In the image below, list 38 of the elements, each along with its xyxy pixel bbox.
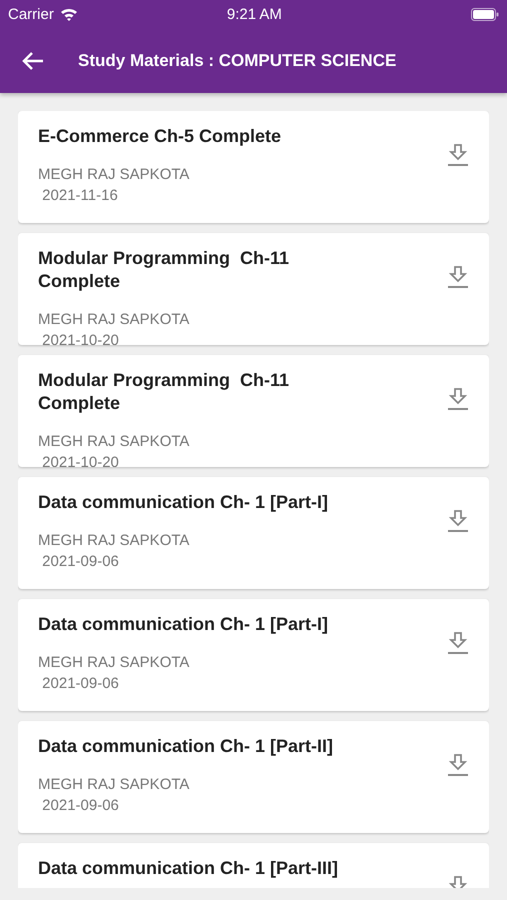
wifi-icon <box>60 7 78 21</box>
material-title: Modular Programming Ch-11 Complete <box>38 247 290 293</box>
back-arrow-icon[interactable] <box>22 50 44 70</box>
download-icon[interactable] <box>447 387 469 411</box>
page-title: Study Materials : COMPUTER SCIENCE <box>78 50 396 70</box>
material-title: Data communication Ch- 1 [Part-II] <box>38 735 334 758</box>
upload-date: 2021-10-20 <box>41 453 120 467</box>
author-name: MEGH RAJ SAPKOTA <box>38 775 190 795</box>
author-name: MEGH RAJ SAPKOTA <box>38 310 190 330</box>
download-icon[interactable] <box>447 509 469 533</box>
upload-date: 2021-09-06 <box>41 552 120 572</box>
material-card[interactable]: Data communication Ch- 1 [Part-III] <box>18 843 489 888</box>
material-card[interactable]: Data communication Ch- 1 [Part-I] MEGH RAJ SAPKOTA 2021-09-06 <box>18 477 489 589</box>
status-time: 9:21 AM <box>226 6 282 22</box>
material-title: Data communication Ch- 1 [Part-I] <box>38 491 330 514</box>
material-card[interactable]: Data communication Ch- 1 [Part-II] MEGH RAJ SAPKOTA 2021-09-06 <box>18 721 489 833</box>
author-name: MEGH RAJ SAPKOTA <box>38 531 190 551</box>
material-card[interactable]: Modular Programming Ch-11 Complete MEGH RAJ SAPKOTA 2021-10-20 <box>18 233 489 345</box>
upload-date: 2021-09-06 <box>41 796 120 816</box>
material-title: Modular Programming Ch-11 Complete <box>38 369 290 415</box>
material-card[interactable]: Modular Programming Ch-11 Complete MEGH RAJ SAPKOTA 2021-10-20 <box>18 355 489 467</box>
download-icon[interactable] <box>447 631 469 655</box>
material-title: Data communication Ch- 1 [Part-III] <box>38 857 340 880</box>
author-name: MEGH RAJ SAPKOTA <box>38 653 190 673</box>
author-name: MEGH RAJ SAPKOTA <box>38 165 190 185</box>
download-icon[interactable] <box>447 753 469 777</box>
carrier-label: Carrier <box>8 6 54 22</box>
material-card[interactable]: Data communication Ch- 1 [Part-I] MEGH RAJ SAPKOTA 2021-09-06 <box>18 599 489 711</box>
material-title: E-Commerce Ch-5 Complete <box>38 125 282 148</box>
author-name: MEGH RAJ SAPKOTA <box>38 432 190 452</box>
download-icon[interactable] <box>447 143 469 167</box>
upload-date: 2021-10-20 <box>41 331 120 345</box>
material-card[interactable]: E-Commerce Ch-5 Complete MEGH RAJ SAPKOTA 2021-11-16 <box>18 111 489 223</box>
upload-date: 2021-09-06 <box>41 674 120 694</box>
battery-icon <box>470 8 499 20</box>
material-title: Data communication Ch- 1 [Part-I] <box>38 613 330 636</box>
download-icon[interactable] <box>447 265 469 289</box>
upload-date: 2021-11-16 <box>41 186 119 206</box>
